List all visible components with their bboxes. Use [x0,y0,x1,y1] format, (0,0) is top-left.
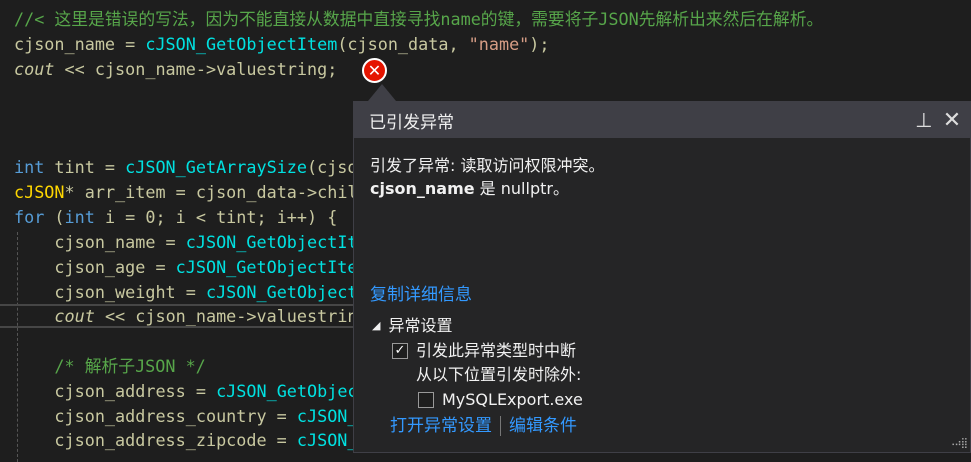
exception-message: 引发了异常: 读取访问权限冲突。 cjson_name 是 nullptr。 [370,156,605,198]
copy-details-link[interactable]: 复制详细信息 [370,280,472,305]
code-line: cJSON* arr_item = cjson_data->child; [14,182,378,202]
code-line: /* 解析子JSON */ [14,356,206,376]
code-line: for (int i = 0; i < tint; i++) { [14,207,338,227]
edit-conditions-link[interactable]: 编辑条件 [509,416,577,436]
exception-popup: 已引发异常 ⊥ ✕ 引发了异常: 读取访问权限冲突。 cjson_name 是 … [353,101,971,453]
close-icon[interactable]: ✕ [938,108,966,133]
pin-icon[interactable]: ⊥ [910,108,938,132]
code-line: cjson_age = cJSON_GetObjectItem [14,257,368,277]
module-checkbox[interactable] [418,391,434,408]
code-line: cjson_name = cJSON_GetObjectItem [14,232,378,252]
popup-title: 已引发异常 [369,112,454,133]
break-checkbox[interactable]: ✓ [392,342,408,359]
code-line: cout << cjson_name->valuestring; [14,59,338,79]
popup-pointer [368,84,396,101]
settings-toggle[interactable]: ◢ 异常设置 [372,314,583,339]
except-label: 从以下位置引发时除外: [416,365,582,384]
error-icon[interactable]: ✕ [362,58,387,83]
collapse-triangle-icon: ◢ [372,319,381,332]
code-line: //< 这里是错误的写法，因为不能直接从数据中直接寻找name的键，需要将子JS… [14,9,824,29]
indent-guide [17,232,18,462]
popup-header: 已引发异常 ⊥ ✕ [354,102,970,138]
exception-settings: ◢ 异常设置 ✓ 引发此异常类型时中断 从以下位置引发时除外: MySQLExpor… [372,314,583,436]
separator [500,416,501,436]
code-line: cjson_address = cJSON_GetObjectItem [14,381,409,401]
code-line: cjson_name = cJSON_GetObjectItem(cjson_d… [14,34,550,54]
code-line: cjson_weight = cJSON_GetObjectItem [14,282,398,302]
open-settings-link[interactable]: 打开异常设置 [390,416,492,436]
current-line-highlight [0,304,360,328]
resize-grip-icon[interactable]: ⠠⠴⣿ [948,438,968,449]
